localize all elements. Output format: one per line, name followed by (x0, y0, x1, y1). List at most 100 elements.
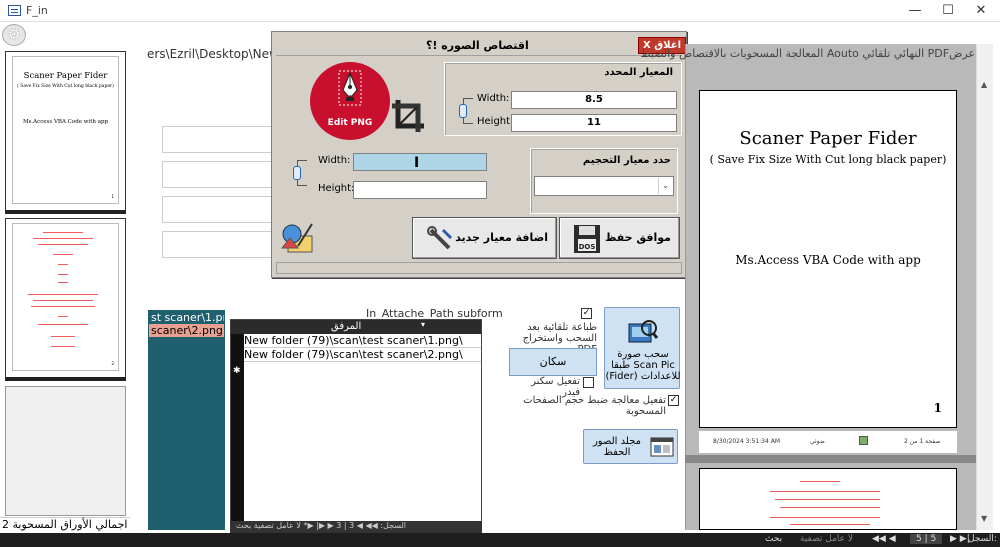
preview-page-number: 1 (933, 401, 942, 415)
grid-record-navigation[interactable]: السجل: ◀◀ ◀ 3 | 3 ▶ ▶| ▶* لا عامل تصفية … (230, 521, 482, 533)
form-textbox-2[interactable] (162, 161, 282, 188)
resize-standard-select[interactable]: ⌄ (534, 176, 674, 196)
thumb-body: Ms.Access VBA Code with app (22, 119, 109, 125)
save-ok-label: موافق حفظ (604, 231, 671, 244)
floppy-disk-icon: DOS (574, 225, 600, 253)
thumb-page-number: 1 (111, 194, 114, 199)
preview-footer: 8/30/2024 3:51:34 AM ضوئي صفحة 1 من 2 (699, 431, 957, 453)
new-record-icon: ✱ (233, 366, 241, 376)
wrench-icon (427, 226, 453, 250)
preview-body: Ms.Access VBA Code with app (735, 253, 921, 267)
filter-label[interactable]: لا عامل تصفية (800, 534, 853, 544)
width-input[interactable]: I (353, 153, 487, 171)
input-width-label: Width: (318, 155, 351, 166)
enable-scanner-checkbox[interactable] (583, 377, 594, 388)
form-textbox-3[interactable] (162, 196, 282, 223)
record-label: السجل: (968, 534, 997, 544)
chevron-down-icon[interactable]: ▾ (421, 320, 425, 329)
grid-record-selectors[interactable]: ✱ (231, 334, 244, 530)
logo-label: Edit PNG (327, 118, 373, 128)
input-height-label: Height: (318, 183, 355, 194)
thumb-subtitle: ( Save Fix Size With Cut long black pape… (17, 84, 114, 89)
record-navigation-bar: بحث لا عامل تصفية ◀◀ ◀ 5 | 5 ▶ ▶| السجل: (0, 533, 1000, 547)
crop-dialog: اقتصاص الصوره !؟ اغلاق X Edit PNG المعيا… (271, 31, 687, 278)
close-button[interactable]: ✕ (966, 2, 996, 20)
file-list-item[interactable]: st scaner\1.png (149, 311, 224, 324)
svg-text:DOS: DOS (579, 243, 596, 251)
dialog-titlebar: اقتصاص الصوره !؟ اغلاق X (276, 36, 686, 56)
scan-pic-button[interactable]: سحب صورة Scan Pic طبقا للاعدادات (Fider) (604, 307, 681, 389)
selected-width-label: Width: (477, 93, 510, 104)
auto-print-checkbox[interactable]: ✓ (581, 308, 592, 319)
add-new-standard-button[interactable]: اضافة معيار جديد (412, 217, 557, 259)
grid-row[interactable]: \New folder (79)\scan\test scaner\1.png (244, 334, 481, 348)
form-textbox-1[interactable] (162, 126, 282, 153)
chevron-down-icon[interactable]: ⌄ (658, 178, 672, 194)
footer-page-count: صفحة 1 من 2 (904, 438, 941, 445)
preview-page-1: Scaner Paper Fider ( Save Fix Size With … (699, 90, 957, 428)
pen-icon (338, 70, 362, 106)
green-square-icon (859, 436, 868, 445)
scan-pic-label: سحب صورة Scan Pic طبقا للاعدادات (Fider) (605, 349, 681, 382)
thumb-page-number: 2 (111, 361, 114, 366)
resize-pages-label: تفعيل معالجة ضبط حجم الصفحات المسحوبة (523, 395, 666, 417)
link-icon (459, 104, 467, 118)
resize-standard-title: حدد معيار التحجيم (582, 155, 671, 166)
selected-height-value: 11 (511, 114, 677, 132)
form-icon (8, 5, 21, 16)
scroll-up-icon[interactable]: ▲ (981, 80, 987, 89)
height-input[interactable] (353, 181, 487, 199)
grid-column-header[interactable]: المرفق (331, 321, 361, 332)
selected-height-label: Height: (477, 116, 514, 127)
link-icon (293, 166, 301, 180)
gear-icon[interactable]: ⚙ (2, 24, 26, 46)
grid-nav-text: السجل: ◀◀ ◀ 3 | 3 ▶ ▶| ▶* لا عامل تصفية … (236, 521, 407, 530)
footer-mid: ضوئي (810, 438, 825, 445)
images-folder-label: مجلد الصور الحفظ (592, 436, 642, 458)
search-label[interactable]: بحث (765, 534, 782, 544)
total-pages-label: اجمالي الأوراق المسحوبة 2 (0, 517, 130, 533)
preview-subtitle: ( Save Fix Size With Cut long black pape… (709, 153, 947, 166)
preview-page-2 (699, 468, 957, 530)
page-thumbnail-2[interactable]: 2 (5, 218, 126, 381)
file-list-item[interactable]: scaner\2.png (149, 324, 224, 337)
resize-pages-checkbox[interactable]: ✓ (668, 395, 679, 406)
page-thumbnail-1[interactable]: Scaner Paper Fider ( Save Fix Size With … (5, 51, 126, 214)
folder-path-field[interactable]: ers\Ezril\Desktop\New fold (147, 47, 277, 65)
nav-first-prev-icon[interactable]: ◀◀ ◀ (872, 534, 896, 544)
preview-page-separator (685, 455, 976, 463)
grid-header: المرفق ▾ (231, 320, 481, 334)
images-folder-button[interactable]: مجلد الصور الحفظ (583, 429, 678, 464)
window-title: F_in (26, 4, 48, 17)
thumb-title: Scaner Paper Fider (23, 71, 108, 81)
record-position[interactable]: 5 | 5 (910, 534, 943, 544)
minimize-button[interactable]: — (900, 2, 930, 20)
selected-width-value: 8.5 (511, 91, 677, 109)
dialog-status-strip (276, 262, 682, 274)
crop-icon (392, 100, 424, 132)
selected-size-group: المعيار المحدد Width: 8.5 Height: 11 (444, 62, 682, 136)
paint-palette-icon[interactable] (278, 218, 316, 258)
preview-title: Scaner Paper Fider (739, 128, 917, 149)
scanner-icon (628, 320, 658, 343)
maximize-button[interactable]: ☐ (933, 2, 963, 20)
folder-window-icon (650, 437, 674, 457)
preview-caption: عرضPDF النهائي تلقائي Aouto المعالجة الم… (640, 47, 975, 60)
save-ok-button[interactable]: موافق حفظ DOS (559, 217, 680, 259)
preview-scrollbar[interactable]: ▲ ▼ (976, 44, 993, 530)
form-textbox-4[interactable] (162, 231, 282, 258)
file-list[interactable]: st scaner\1.png scaner\2.png (148, 310, 225, 530)
window-titlebar: F_in — ☐ ✕ (0, 0, 1000, 22)
edit-png-logo: Edit PNG (310, 62, 390, 140)
attachments-grid: المرفق ▾ ✱ \New folder (79)\scan\test sc… (230, 319, 482, 530)
dialog-title: اقتصاص الصوره !؟ (426, 39, 529, 52)
selected-size-title: المعيار المحدد (604, 67, 673, 78)
nav-next-last-icon[interactable]: ▶ ▶| (950, 534, 970, 544)
page-thumbnail-empty[interactable] (5, 386, 126, 516)
grid-row[interactable]: \New folder (79)\scan\test scaner\2.png (244, 348, 481, 362)
scanner-button[interactable]: سكان (509, 348, 597, 376)
add-new-standard-label: اضافة معيار جديد (455, 231, 548, 244)
footer-date: 8/30/2024 3:51:34 AM (713, 438, 780, 445)
scroll-down-icon[interactable]: ▼ (981, 514, 987, 523)
thumb-red-text-page: 2 (12, 223, 119, 371)
